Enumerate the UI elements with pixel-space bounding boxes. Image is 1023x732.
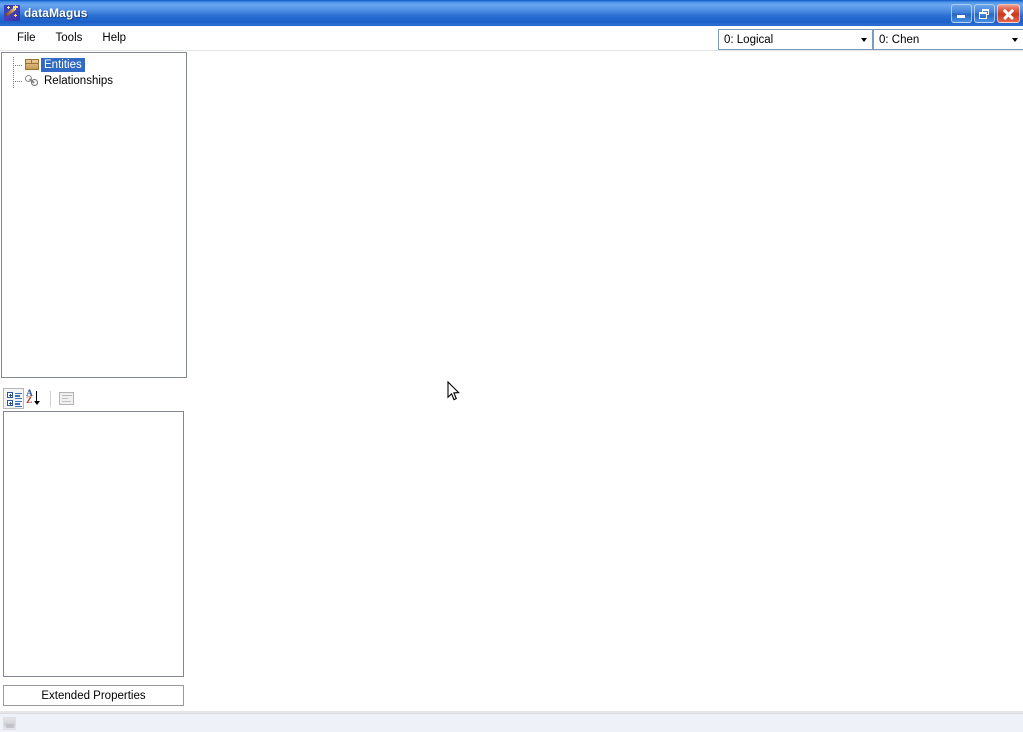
restore-button[interactable]: [974, 3, 995, 23]
property-grid-toolbar: A Z: [3, 388, 184, 409]
model-level-dropdown[interactable]: 0: Logical: [718, 29, 873, 50]
status-bar: [0, 713, 1023, 732]
property-pages-icon: [59, 392, 74, 405]
diagram-canvas[interactable]: [188, 51, 1023, 711]
alphabetical-sort-button[interactable]: A Z: [24, 388, 45, 409]
model-level-value: 0: Logical: [724, 33, 774, 46]
window-controls: [951, 3, 1020, 23]
extended-properties-button[interactable]: Extended Properties: [3, 685, 184, 706]
tree-node-label-entities: Entities: [41, 58, 85, 72]
toolbar-divider: [50, 390, 51, 407]
categorized-icon: [7, 392, 22, 408]
magic-wand-icon: [4, 5, 20, 21]
minimize-button[interactable]: [951, 3, 972, 23]
tree-indent-guide: [2, 73, 24, 89]
close-button[interactable]: [997, 3, 1020, 23]
menu-item-tools[interactable]: Tools: [46, 29, 93, 47]
chevron-down-icon[interactable]: [856, 30, 872, 49]
title-bar: dataMagus: [0, 0, 1023, 26]
status-grip-icon: [3, 717, 16, 730]
notation-value: 0: Chen: [879, 33, 920, 46]
chain-link-icon: [24, 73, 41, 89]
alphabetical-sort-icon: A Z: [26, 389, 43, 406]
tree-node-entities[interactable]: Entities: [2, 57, 186, 73]
model-tree-panel[interactable]: Entities Relationships: [1, 52, 187, 378]
menu-item-file[interactable]: File: [7, 29, 46, 47]
tree-node-label-relationships: Relationships: [44, 75, 114, 87]
property-grid[interactable]: [3, 411, 184, 677]
chevron-down-icon[interactable]: [1007, 30, 1023, 49]
tree-node-relationships[interactable]: Relationships: [2, 73, 186, 89]
menu-item-help[interactable]: Help: [92, 29, 136, 47]
notation-dropdown[interactable]: 0: Chen: [873, 29, 1023, 50]
property-pages-button[interactable]: [56, 388, 77, 409]
categorized-view-button[interactable]: [3, 388, 24, 409]
tree-indent-guide: [2, 57, 24, 73]
package-box-icon: [24, 57, 41, 73]
window-title: dataMagus: [24, 6, 88, 20]
